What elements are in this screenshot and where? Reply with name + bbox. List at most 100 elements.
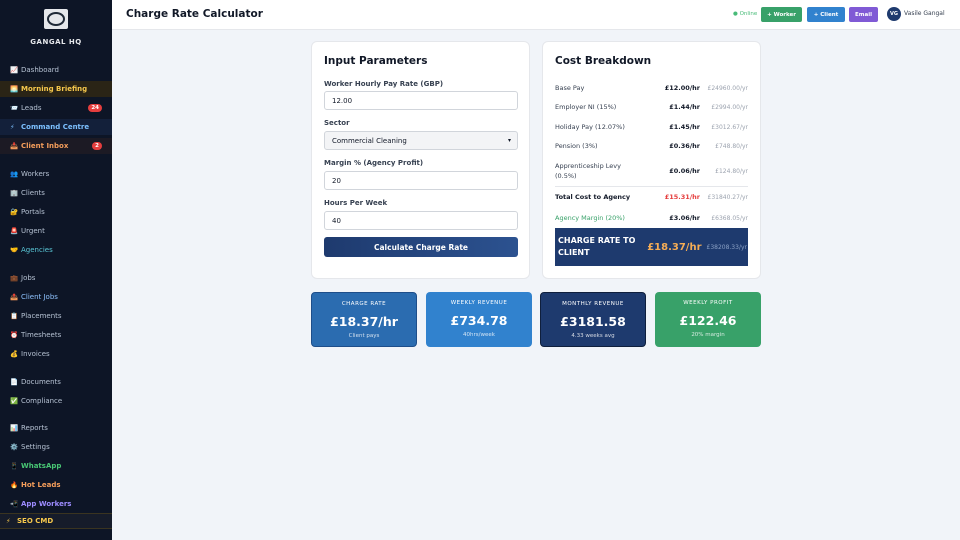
row-yearly: £6368.05/yr (711, 214, 748, 222)
sidebar-item-seo-cmd[interactable]: ⚡ SEO CMD (0, 513, 112, 529)
stat-value: £3181.58 (560, 314, 626, 329)
chevron-down-icon: ▾ (507, 137, 511, 144)
sidebar-item-hot-leads[interactable]: 🔥 Hot Leads (0, 477, 112, 493)
email-button[interactable]: Email (849, 7, 878, 22)
sidebar-item-clients[interactable]: 🏢 Clients (0, 185, 112, 201)
row-label: Apprenticeship Levy (0.5%) (555, 162, 621, 180)
row-rate: £15.31/hr (664, 193, 700, 201)
user-name[interactable]: Vasile Gangal (904, 10, 945, 17)
stat-label: MONTHLY REVENUE (562, 301, 624, 307)
stat-subtext: 40hrs/week (463, 332, 495, 338)
sidebar-item-whatsapp[interactable]: 📱 WhatsApp (0, 458, 112, 474)
sidebar-item-label: Morning Briefing (21, 85, 88, 93)
sidebar-item-label: Clients (21, 189, 45, 197)
row-yearly: £124.80/yr (715, 167, 748, 175)
margin-input[interactable]: 20 (324, 171, 518, 190)
pay-rate-label: Worker Hourly Pay Rate (GBP) (324, 80, 444, 88)
status-label: Online (739, 11, 758, 17)
sidebar-item-label: Workers (21, 170, 50, 178)
stat-card-weekly-revenue: WEEKLY REVENUE £734.78 40hrs/week (426, 292, 532, 347)
sidebar-item-settings[interactable]: ⚙️ Settings (0, 439, 112, 455)
sector-select[interactable]: Commercial Cleaning ▾ (324, 131, 518, 150)
lightning-icon: ⚡ (6, 517, 11, 525)
sidebar-item-reports[interactable]: 📊 Reports (0, 420, 112, 436)
user-avatar[interactable]: VG (887, 7, 901, 21)
sidebar-item-label: Invoices (21, 350, 50, 358)
mobile-arrow-icon: 📲 (10, 500, 19, 508)
row-rate: £1.45/hr (669, 123, 700, 131)
sunrise-icon: 🌅 (10, 85, 19, 93)
envelope-icon: 📨 (10, 104, 19, 112)
sidebar-item-leads[interactable]: 📨 Leads 24 (0, 100, 112, 116)
sidebar-item-morning-briefing[interactable]: 🌅 Morning Briefing (0, 81, 112, 97)
sidebar-item-command-centre[interactable]: ⚡ Command Centre (0, 119, 112, 135)
calculate-button[interactable]: Calculate Charge Rate (324, 237, 518, 257)
sidebar-item-documents[interactable]: 📄 Documents (0, 374, 112, 390)
inbox-icon: 📥 (10, 142, 19, 150)
row-label: Holiday Pay (12.07%) (555, 123, 625, 131)
sidebar-item-label: Client Jobs (21, 293, 58, 301)
card-heading: Cost Breakdown (555, 55, 652, 67)
add-worker-button[interactable]: + Worker (761, 7, 802, 22)
sidebar-item-label: Dashboard (21, 66, 59, 74)
hours-input[interactable]: 40 (324, 211, 518, 230)
sidebar-item-label: Documents (21, 378, 61, 386)
brand-logo[interactable] (44, 9, 68, 29)
sidebar-item-dashboard[interactable]: 📈 Dashboard (0, 62, 112, 78)
row-label: Total Cost to Agency (555, 193, 631, 201)
sidebar-item-label: SEO CMD (17, 517, 54, 525)
document-icon: 📄 (10, 378, 19, 386)
chart-icon: 📈 (10, 66, 19, 74)
row-rate: £0.36/hr (669, 142, 700, 150)
stat-label: CHARGE RATE (341, 301, 387, 307)
bar-chart-icon: 📊 (10, 424, 19, 432)
margin-label: Margin % (Agency Profit) (324, 159, 424, 167)
outbox-icon: 📤 (10, 293, 19, 301)
sidebar-item-label: WhatsApp (21, 462, 62, 470)
sidebar-item-workers[interactable]: 👥 Workers (0, 166, 112, 182)
page-title: Charge Rate Calculator (126, 8, 263, 20)
breakdown-row: Holiday Pay (12.07%) £1.45/hr £3012.67/yr (555, 122, 748, 132)
stat-subtext: Client pays (348, 333, 380, 339)
sidebar-item-label: Client Inbox (21, 142, 69, 150)
input-parameters-card: Input Parameters Worker Hourly Pay Rate … (311, 41, 530, 279)
sidebar: GANGAL HQ 📈 Dashboard 🌅 Morning Briefing 📨… (0, 0, 112, 540)
sidebar-item-portals[interactable]: 🔐 Portals (0, 204, 112, 220)
breakdown-total-cost-row: Total Cost to Agency £15.31/hr £31840.27/y… (555, 192, 748, 202)
brand-name: GANGAL HQ (30, 38, 82, 46)
stat-card-charge-rate: CHARGE RATE £18.37/hr Client pays (311, 292, 417, 347)
sidebar-item-urgent[interactable]: 🚨 Urgent (0, 223, 112, 239)
sidebar-item-label: App Workers (21, 500, 72, 508)
row-yearly: £31840.27/yr (707, 193, 749, 201)
sector-label: Sector (324, 119, 350, 127)
sidebar-item-client-jobs[interactable]: 📤 Client Jobs (0, 289, 112, 305)
sidebar-item-label: Leads (21, 104, 42, 112)
pay-rate-input[interactable]: 12.00 (324, 91, 518, 110)
sidebar-item-jobs[interactable]: 💼 Jobs (0, 270, 112, 286)
clipboard-icon: 📋 (10, 312, 19, 320)
card-heading: Input Parameters (324, 55, 428, 67)
breakdown-row: Employer NI (15%) £1.44/hr £2994.00/yr (555, 102, 748, 112)
stat-label: WEEKLY REVENUE (450, 300, 508, 306)
add-client-button[interactable]: + Client (807, 7, 845, 22)
row-rate: £1.44/hr (669, 103, 700, 111)
sidebar-item-agencies[interactable]: 🤝 Agencies (0, 242, 112, 258)
sidebar-item-timesheets[interactable]: ⏰ Timesheets (0, 327, 112, 343)
sidebar-item-app-workers[interactable]: 📲 App Workers (0, 496, 112, 512)
sidebar-item-compliance[interactable]: ✅ Compliance (0, 393, 112, 409)
sidebar-item-label: Compliance (21, 397, 63, 405)
sidebar-item-placements[interactable]: 📋 Placements (0, 308, 112, 324)
charge-rate-total: CHARGE RATE TO CLIENT £18.37/hr £38208.3… (555, 228, 748, 266)
people-icon: 👥 (10, 170, 19, 178)
sidebar-item-label: Urgent (21, 227, 45, 235)
money-bag-icon: 💰 (10, 350, 19, 358)
siren-icon: 🚨 (10, 227, 19, 235)
row-rate: £3.06/hr (669, 214, 700, 222)
row-label: Base Pay (555, 84, 585, 92)
row-label: Pension (3%) (555, 142, 598, 150)
sidebar-item-client-inbox[interactable]: 📥 Client Inbox 2 (0, 138, 112, 154)
building-icon: 🏢 (10, 189, 19, 197)
checkmark-icon: ✅ (10, 397, 19, 405)
stat-value: £122.46 (679, 313, 737, 328)
sidebar-item-invoices[interactable]: 💰 Invoices (0, 346, 112, 362)
